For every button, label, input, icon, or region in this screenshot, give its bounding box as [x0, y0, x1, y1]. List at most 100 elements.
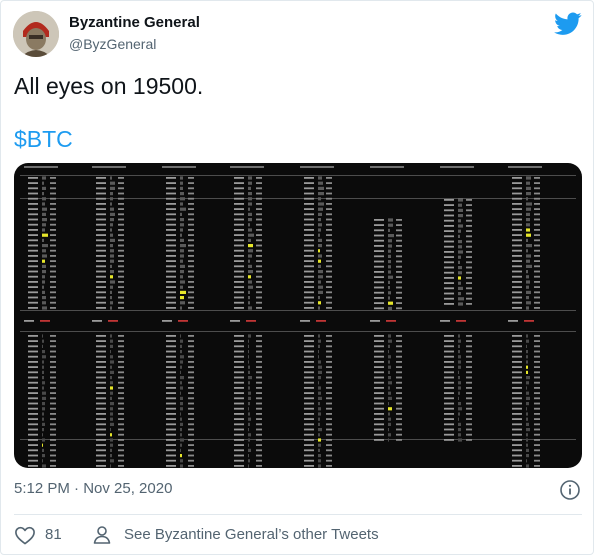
price-cell: [234, 428, 244, 431]
price-cell: [28, 229, 38, 231]
depth-block: [180, 254, 184, 258]
info-icon[interactable]: [559, 479, 581, 501]
size-cell: [396, 361, 402, 363]
size-cell: [256, 459, 262, 462]
price-cell: [166, 187, 176, 190]
size-cell: [50, 296, 56, 299]
price-cell: [304, 177, 314, 179]
price-cell: [304, 371, 314, 374]
size-cell: [118, 366, 124, 368]
depth-block: [110, 296, 112, 300]
depth-block: [318, 249, 320, 253]
size-cell: [466, 256, 472, 258]
price-cell: [512, 392, 522, 394]
size-cell: [534, 301, 540, 304]
depth-block: [318, 192, 324, 196]
other-tweets-link[interactable]: See Byzantine General’s other Tweets: [124, 526, 379, 543]
size-cell: [534, 187, 540, 190]
tweet-image-orderbook[interactable]: [14, 163, 582, 468]
price-cell: [28, 260, 38, 262]
size-cell: [534, 361, 540, 363]
mid-price-cell: [440, 320, 450, 322]
depth-block: [110, 306, 112, 310]
tweet-timestamp[interactable]: 5:12 PM · Nov 25, 2020: [14, 480, 172, 497]
size-cell: [118, 223, 124, 226]
price-cell: [28, 187, 38, 190]
price-cell: [96, 355, 106, 358]
size-cell: [326, 418, 332, 420]
size-cell: [50, 449, 56, 452]
size-cell: [188, 234, 194, 236]
depth-block: [248, 254, 252, 258]
price-cell: [512, 371, 522, 374]
size-cell: [256, 291, 262, 294]
depth-block: [248, 290, 250, 294]
size-cell: [118, 265, 124, 268]
author-name[interactable]: Byzantine General: [69, 14, 200, 31]
price-cell: [166, 413, 176, 415]
price-cell: [96, 423, 106, 426]
price-cell: [374, 402, 384, 405]
depth-block: [388, 296, 390, 300]
depth-block: [180, 448, 181, 452]
size-cell: [50, 203, 56, 205]
mid-price-cell: [162, 320, 172, 322]
price-cell: [96, 449, 106, 452]
size-cell: [326, 381, 332, 384]
author-handle[interactable]: @ByzGeneral: [69, 36, 156, 52]
depth-block: [318, 386, 321, 390]
price-cell: [512, 203, 522, 205]
depth-block: [458, 292, 461, 296]
size-cell: [466, 392, 472, 394]
price-cell: [304, 218, 314, 221]
price-cell: [166, 218, 176, 221]
size-cell: [188, 192, 194, 195]
price-cell: [512, 465, 522, 467]
depth-block: [526, 334, 528, 338]
depth-block: [248, 264, 252, 268]
price-cell: [28, 433, 38, 436]
depth-block: [180, 428, 182, 432]
size-cell: [466, 402, 472, 405]
size-cell: [466, 303, 472, 305]
size-cell: [50, 307, 56, 309]
size-cell: [50, 392, 56, 394]
size-cell: [396, 418, 402, 420]
depth-block: [110, 285, 113, 289]
depth-block: [248, 275, 251, 279]
price-cell: [234, 213, 244, 216]
depth-block: [526, 197, 528, 201]
depth-block: [180, 270, 184, 274]
depth-block: [318, 391, 321, 395]
size-cell: [534, 244, 540, 247]
spread-cell: [246, 320, 256, 322]
price-cell: [444, 251, 454, 253]
price-cell: [444, 303, 454, 305]
size-cell: [188, 208, 194, 210]
avatar[interactable]: [13, 11, 59, 57]
price-cell: [28, 255, 38, 257]
size-cell: [256, 296, 262, 299]
price-cell: [28, 192, 38, 195]
size-cell: [118, 307, 124, 309]
size-cell: [256, 223, 262, 226]
size-cell: [326, 281, 332, 283]
depth-block: [42, 259, 45, 263]
depth-block: [42, 301, 46, 305]
heart-icon[interactable]: [14, 525, 36, 545]
size-cell: [466, 387, 472, 389]
twitter-bird-icon[interactable]: [554, 12, 582, 36]
depth-block: [180, 244, 186, 248]
depth-block: [42, 202, 45, 206]
depth-block: [458, 350, 460, 354]
depth-block: [458, 422, 461, 426]
price-cell: [444, 335, 454, 337]
depth-block: [180, 365, 182, 369]
price-cell: [444, 350, 454, 353]
cashtag-link[interactable]: $BTC: [14, 126, 73, 153]
size-cell: [118, 218, 124, 221]
size-cell: [188, 428, 194, 431]
size-cell: [50, 350, 56, 353]
size-cell: [396, 239, 402, 242]
depth-block: [248, 454, 249, 458]
